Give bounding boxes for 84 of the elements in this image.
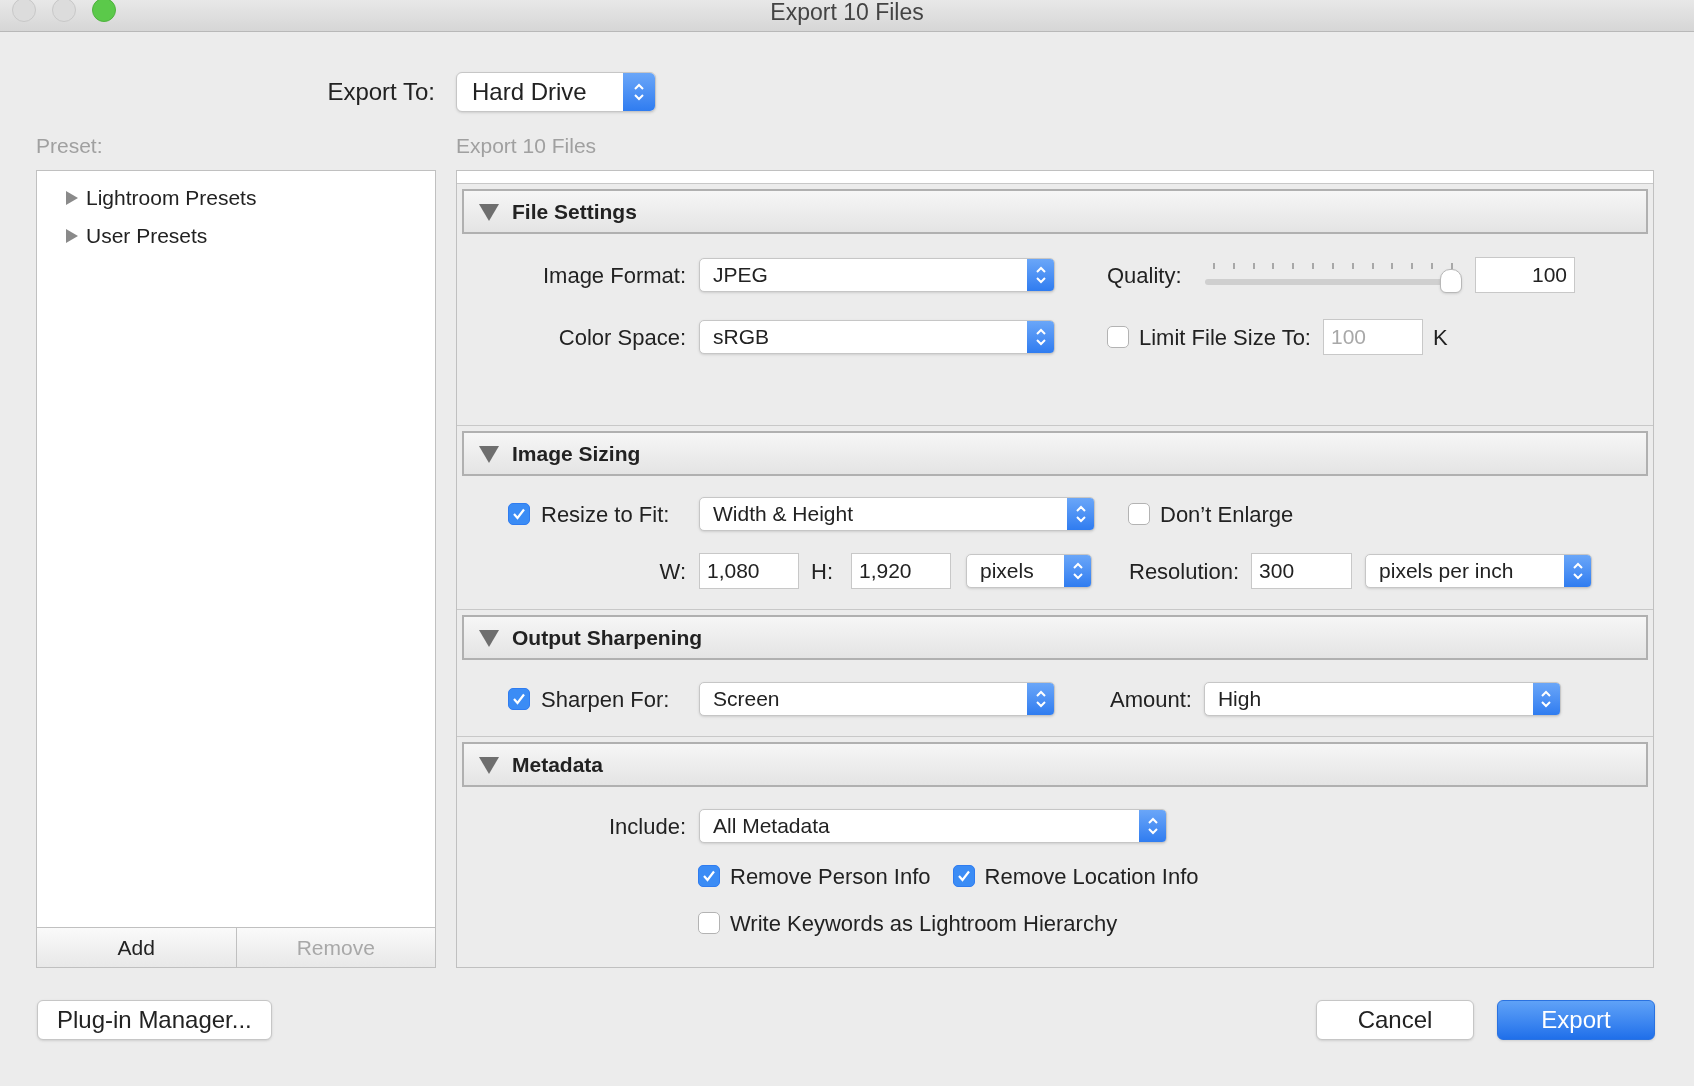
section-header[interactable]: Metadata [462,742,1648,787]
field-label: Resolution: [1129,558,1240,584]
disclosure-triangle-icon[interactable] [64,190,80,206]
stepper-icon [1027,259,1054,291]
stepper-icon [1067,498,1094,530]
stepper-icon [1532,683,1560,715]
export-to-label: Export To: [326,77,435,107]
stepper-icon [1564,555,1592,587]
dropdown[interactable]: pixels per inch [1365,554,1593,588]
slider-thumb[interactable] [1440,269,1462,293]
checkmark-icon [956,869,971,883]
field-label: Don’t Enlarge [1160,500,1294,529]
dropdown[interactable]: High [1203,682,1561,716]
field-label: H: [811,558,833,584]
tick-mark [1213,263,1215,269]
checkbox[interactable] [508,688,530,710]
dropdown[interactable]: pixels [966,554,1092,588]
dialog-button[interactable]: Cancel [1316,1000,1474,1040]
checkbox[interactable] [508,503,530,525]
disclosure-triangle-icon[interactable] [64,228,80,244]
checkbox[interactable] [698,865,720,887]
text-field[interactable]: 1,920 [851,553,951,589]
disclosure-triangle-icon[interactable] [478,201,500,222]
dropdown[interactable]: sRGB [699,320,1055,354]
checkbox[interactable] [952,865,975,887]
stepper-icon [623,73,655,111]
plug-in-manager-button[interactable]: Plug-in Manager... [37,1000,272,1040]
export-to-dropdown[interactable]: Hard Drive [456,72,656,112]
window-title: Export 10 Files [770,0,924,24]
tree-item[interactable]: User Presets [37,217,435,255]
tick-mark [1411,263,1414,269]
disclosure-triangle-icon[interactable] [478,627,500,648]
field-label: Image Format: [542,261,686,290]
checkmark-icon [512,507,526,521]
section-header[interactable]: Image Sizing [462,431,1648,476]
field-label: K [1433,324,1448,350]
tick-mark [1292,263,1295,269]
field-label: Sharpen For: [541,685,670,714]
tick-mark [1351,263,1354,269]
tick-mark [1450,263,1453,269]
field-label: Write Keywords as Lightroom Hierarchy [730,909,1118,938]
stepper-icon [1139,810,1166,842]
field-label: Remove Location Info [984,862,1199,891]
text-field[interactable]: 100 [1475,257,1575,293]
field-label: Quality: [1107,262,1182,288]
stepper-icon [1064,555,1091,587]
field-label: Remove Person Info [730,862,931,891]
tick-mark [1431,263,1434,269]
stepper-icon [1027,683,1054,715]
text-field[interactable]: 300 [1251,553,1353,589]
tick-mark [1391,263,1394,269]
tick-mark [1232,263,1235,269]
field-label: Limit File Size To: [1139,323,1311,352]
tick-mark [1272,263,1275,269]
field-label: Resize to Fit: [541,500,670,529]
checkbox[interactable] [1128,503,1150,525]
dropdown[interactable]: Screen [699,682,1055,716]
disclosure-triangle-icon[interactable] [478,443,500,464]
stepper-icon [1027,321,1054,353]
disclosure-triangle-icon[interactable] [478,754,500,775]
field-label: Color Space: [558,323,686,352]
field-label: Include: [608,812,686,841]
preset-label: Preset: [36,133,104,160]
checkmark-icon [702,869,716,883]
tick-mark [1331,263,1334,269]
section-header[interactable]: Output Sharpening [462,615,1648,660]
zoom-button[interactable] [92,0,116,22]
checkbox[interactable] [698,912,720,934]
field-label: Amount: [1110,686,1192,712]
tree-item[interactable]: Lightroom Presets [37,179,435,217]
dropdown[interactable]: JPEG [699,258,1055,292]
field-label: W: [659,557,686,586]
panel-title: Export 10 Files [456,133,597,160]
tick-mark [1371,263,1374,269]
checkmark-icon [512,692,526,706]
checkbox[interactable] [1107,326,1129,348]
dropdown[interactable]: All Metadata [699,809,1167,843]
preset-button[interactable]: Add [37,928,236,967]
tick-mark [1252,263,1255,269]
section-header[interactable]: File Settings [462,189,1648,234]
dialog-button[interactable]: Export [1497,1000,1655,1040]
text-field[interactable]: 1,080 [699,553,799,589]
tick-mark [1312,263,1315,269]
dropdown[interactable]: Width & Height [699,497,1095,531]
